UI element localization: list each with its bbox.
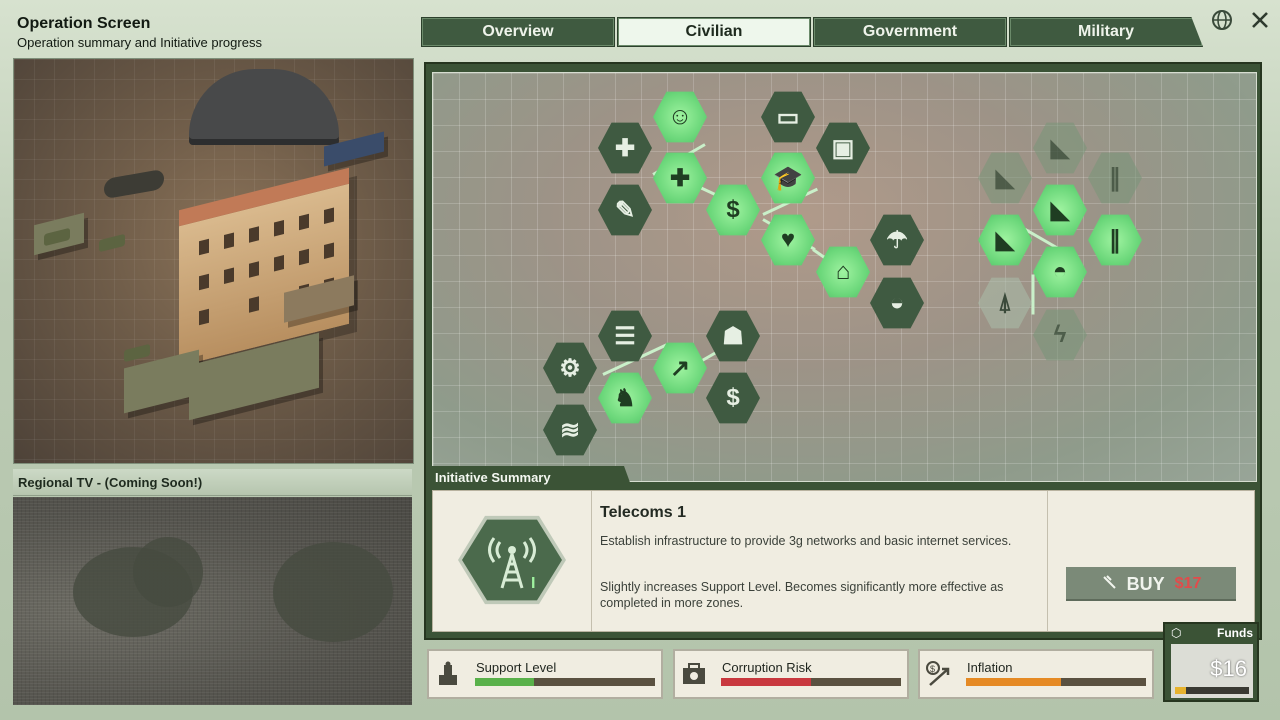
funds-label: Funds (1217, 626, 1253, 640)
initiative-tree: ✚ ☺ ✚ ✎ $ ▭ 🎓 ▣ ♥ ⌂ ☂ ◒ ☰ ⚙ ↗ ☗ ♞ $ ≋ ◣ … (432, 72, 1257, 482)
funds-value: $16 (1210, 656, 1247, 681)
road-construction-node[interactable]: ◣ (1033, 184, 1087, 236)
road-node[interactable]: ◣ (978, 152, 1032, 204)
hangar (189, 69, 339, 139)
inflation-label: Inflation (967, 660, 1013, 675)
hospital-plus-node[interactable]: ✚ (598, 122, 652, 174)
svg-text:I: I (531, 575, 535, 592)
telecoms-icon: I (458, 515, 566, 605)
tab-civilian[interactable]: Civilian (617, 17, 811, 47)
helicopter (104, 168, 164, 200)
vehicle (124, 343, 150, 363)
regional-tv-screen (13, 497, 412, 705)
hammer-icon (1101, 574, 1117, 595)
support-level-bar (475, 678, 655, 686)
healthcare-worker-node[interactable]: ☺ (653, 91, 707, 143)
highway-node[interactable]: ∥ (1088, 214, 1142, 266)
support-level-stat: Support Level (427, 649, 663, 699)
cash-node[interactable]: $ (706, 184, 760, 236)
funds-bar (1175, 687, 1249, 694)
money-stack-node[interactable]: $ (706, 372, 760, 424)
library-book-node[interactable]: ▭ (761, 91, 815, 143)
corruption-risk-bar (721, 678, 901, 686)
livestock-node[interactable]: ♞ (598, 372, 652, 424)
inflation-stat: $ Inflation (918, 649, 1154, 699)
initiative-name: Telecoms 1 (600, 504, 686, 521)
initiative-summary: I Telecoms 1 Establish infrastructure to… (432, 490, 1255, 632)
corruption-risk-label: Corruption Risk (722, 660, 812, 675)
operation-map-view[interactable] (13, 58, 414, 464)
tab-military[interactable]: Military (1009, 17, 1203, 47)
page-subtitle: Operation summary and Initiative progres… (17, 35, 262, 50)
tab-government[interactable]: Government (813, 17, 1007, 47)
page-title: Operation Screen (17, 15, 151, 32)
corruption-risk-icon (681, 660, 707, 688)
support-level-icon (435, 660, 461, 688)
construction-helmet-node[interactable]: ◓ (1033, 246, 1087, 298)
corruption-risk-stat: Corruption Risk (673, 649, 909, 699)
regional-tv-header: Regional TV - (Coming Soon!) (13, 469, 412, 496)
road-construction-node[interactable]: ◣ (978, 214, 1032, 266)
support-level-label: Support Level (476, 660, 557, 675)
farmland-node[interactable]: ≋ (543, 404, 597, 456)
economy-growth-node[interactable]: ↗ (653, 342, 707, 394)
headquarters-building (179, 167, 349, 367)
education-node[interactable]: 🎓 (761, 152, 815, 204)
vehicle (99, 233, 125, 253)
buy-label: BUY (1126, 573, 1165, 594)
healthcare-node[interactable]: ✚ (653, 152, 707, 204)
tab-overview[interactable]: Overview (421, 17, 615, 47)
svg-text:$: $ (930, 664, 935, 674)
water-plus-node[interactable]: ☂ (870, 214, 924, 266)
power-node[interactable]: ϟ (1033, 309, 1087, 361)
inflation-bar (966, 678, 1146, 686)
funds-panel: ⬡ Funds $16 (1163, 622, 1259, 702)
water-tap-node[interactable]: ⌂ (816, 246, 870, 298)
buy-cost: $17 (1174, 575, 1202, 592)
initiative-description: Establish infrastructure to provide 3g n… (600, 534, 1012, 548)
hexagon-icon: ⬡ (1171, 626, 1182, 640)
highway-node[interactable]: ∥ (1088, 152, 1142, 204)
vaccination-node[interactable]: ✎ (598, 184, 652, 236)
sanitation-node[interactable]: ◒ (870, 277, 924, 329)
inflation-icon: $ (926, 660, 952, 688)
road-node[interactable]: ◣ (1033, 122, 1087, 174)
supplies-box-node[interactable]: ▣ (816, 122, 870, 174)
close-icon[interactable] (1248, 8, 1272, 32)
tractor-node[interactable]: ⚙ (543, 342, 597, 394)
telecoms-node[interactable]: ⍋ (978, 277, 1032, 329)
tab-bar: Overview Civilian Government Military (421, 17, 1203, 47)
globe-icon[interactable] (1210, 8, 1234, 32)
buy-button[interactable]: BUY $17 (1066, 567, 1236, 601)
initiative-summary-header: Initiative Summary (432, 466, 632, 488)
initiative-effect: Slightly increases Support Level. Become… (600, 580, 1004, 610)
